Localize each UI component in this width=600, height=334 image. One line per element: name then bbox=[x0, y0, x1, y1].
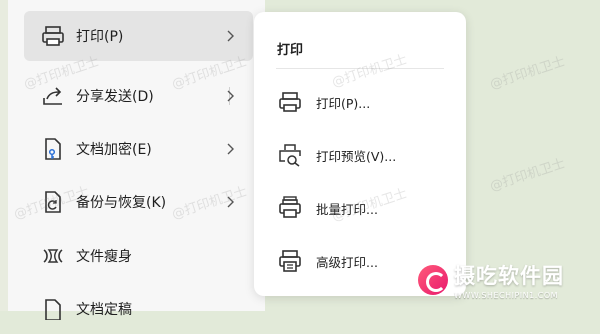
brand-url: WWW.SHECHIPIN1.COM bbox=[454, 291, 559, 300]
menu-item-share[interactable]: 分享发送(D) bbox=[24, 71, 253, 121]
divider bbox=[276, 68, 444, 69]
brand-watermark: 摄吃软件园 WWW.SHECHIPIN1.COM bbox=[418, 260, 564, 300]
menu-item-label: 打印(P) bbox=[76, 29, 124, 45]
submenu-item-label: 批量打印... bbox=[316, 201, 378, 217]
batch-print-icon bbox=[276, 194, 304, 222]
chevron-right-icon bbox=[227, 90, 234, 102]
brand-name: 摄吃软件园 bbox=[454, 264, 564, 288]
advanced-print-icon bbox=[276, 247, 304, 275]
submenu-item-batch-print[interactable]: 批量打印... bbox=[264, 188, 456, 228]
print-submenu: 打印 打印(P)... 打印预览(V)... 批量打印... 高级打印... bbox=[254, 12, 466, 296]
chevron-right-icon bbox=[227, 30, 234, 42]
submenu-title: 打印 bbox=[277, 43, 304, 58]
submenu-item-label: 打印预览(V)... bbox=[316, 148, 397, 164]
submenu-item-print[interactable]: 打印(P)... bbox=[264, 82, 456, 122]
menu-item-label: 备份与恢复(K) bbox=[76, 195, 167, 211]
watermark: @打印机卫士 bbox=[488, 54, 568, 93]
file-menu: 打印(P) 分享发送(D) 文档加密(E) 备份与恢复(K) 文件瘦身 文档定稿 bbox=[8, 0, 265, 320]
chevron-right-icon bbox=[227, 196, 234, 208]
printer-icon bbox=[38, 22, 68, 50]
watermark: @打印机卫士 bbox=[488, 156, 568, 195]
share-icon bbox=[38, 82, 68, 110]
menu-item-backup[interactable]: 备份与恢复(K) bbox=[24, 177, 253, 227]
menu-item-label: 文档定稿 bbox=[76, 302, 132, 318]
slim-icon bbox=[38, 242, 68, 270]
menu-item-finalize[interactable]: 文档定稿 bbox=[24, 284, 253, 334]
submenu-item-label: 高级打印... bbox=[316, 254, 378, 270]
menu-item-print[interactable]: 打印(P) bbox=[24, 11, 253, 61]
menu-item-label: 文档加密(E) bbox=[76, 142, 152, 158]
print-preview-icon bbox=[276, 141, 304, 169]
finalize-icon bbox=[38, 295, 68, 323]
printer-icon bbox=[276, 88, 304, 116]
submenu-item-label: 打印(P)... bbox=[316, 95, 371, 111]
menu-item-encrypt[interactable]: 文档加密(E) bbox=[24, 124, 253, 174]
brand-logo-icon bbox=[418, 265, 448, 295]
menu-item-label: 文件瘦身 bbox=[76, 249, 132, 265]
menu-item-label: 分享发送(D) bbox=[76, 89, 154, 105]
menu-item-slim[interactable]: 文件瘦身 bbox=[24, 231, 253, 281]
submenu-item-print-preview[interactable]: 打印预览(V)... bbox=[264, 135, 456, 175]
backup-icon bbox=[38, 188, 68, 216]
doc-key-icon bbox=[38, 135, 68, 163]
chevron-right-icon bbox=[227, 143, 234, 155]
